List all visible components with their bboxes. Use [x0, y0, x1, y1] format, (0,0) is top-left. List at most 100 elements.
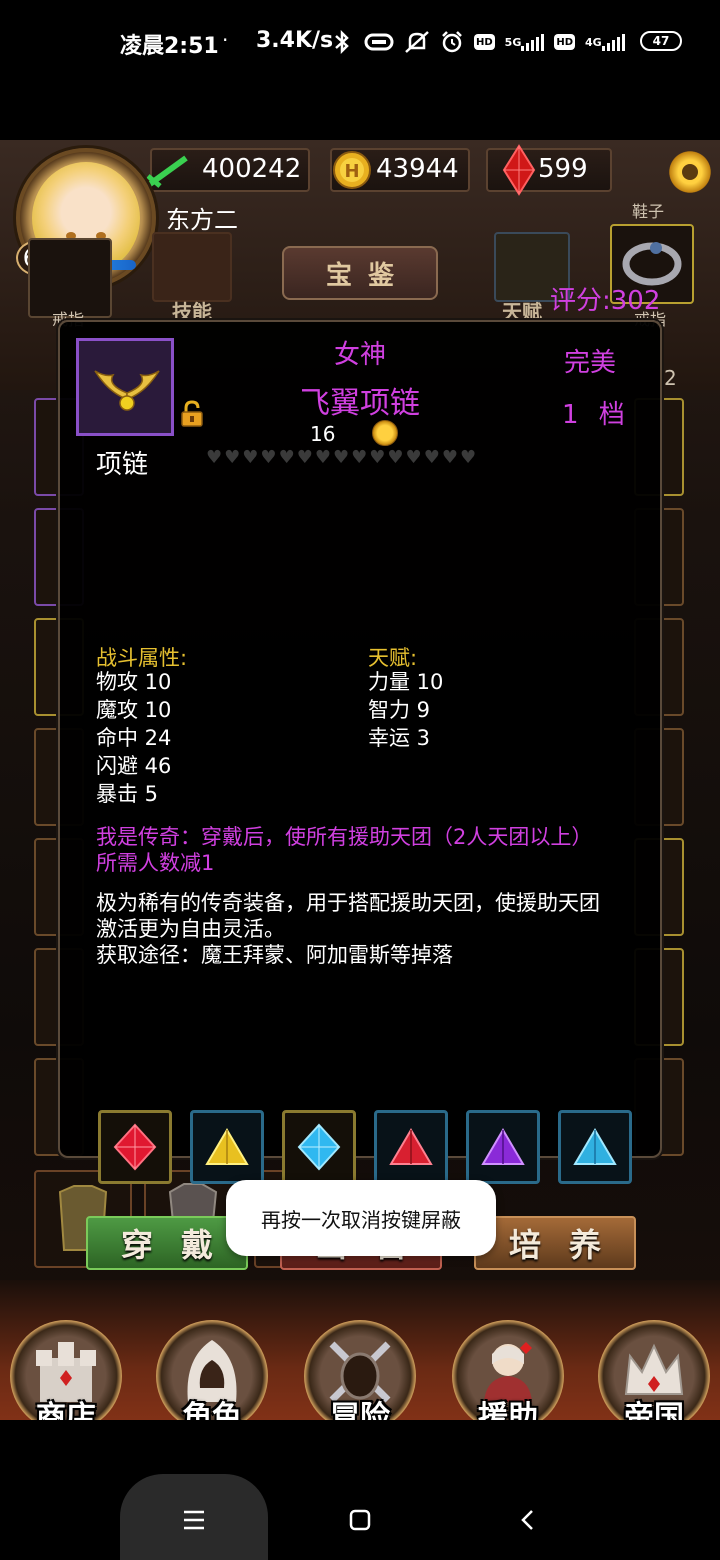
settings-gear-icon[interactable] [666, 148, 714, 196]
heart-icon: ♥ [387, 447, 404, 468]
gold-value: 43944 [376, 154, 459, 184]
combat-stat: 命中 24 [96, 726, 172, 750]
menu-icon[interactable] [174, 1500, 214, 1540]
side-count: 2 [664, 366, 677, 390]
heart-rating: ♥ ♥ ♥ ♥ ♥ ♥ ♥ ♥ ♥ ♥ ♥ ♥ ♥ ♥ ♥ [206, 448, 476, 468]
legendary-effect: 我是传奇：穿戴后，使所有援助天团（2人天团以上） 所需人数减1 [96, 824, 636, 876]
back-icon[interactable] [508, 1500, 548, 1540]
home-icon[interactable] [340, 1500, 380, 1540]
nav-character[interactable]: 角色 [156, 1320, 268, 1420]
yellow-triangle-gem-icon [205, 1128, 249, 1165]
hd-icon: HD [474, 34, 495, 50]
legendary-effect-line: 所需人数减1 [96, 851, 215, 875]
wear-button[interactable]: 穿戴 [86, 1216, 248, 1270]
purple-triangle-gem-icon [481, 1128, 525, 1165]
bluetooth-icon [330, 29, 354, 55]
4g-label: 4G [585, 35, 602, 49]
red-diamond-gem-icon [113, 1123, 157, 1171]
gem-slot[interactable] [190, 1110, 264, 1184]
mute-icon [404, 29, 430, 55]
lock-icon[interactable] [180, 400, 204, 428]
clock: 凌晨2:51 [120, 34, 219, 59]
gem-slots [98, 1110, 632, 1184]
heart-icon: ♥ [441, 447, 458, 468]
item-tier: 1 档 [562, 400, 631, 430]
gem-value: 599 [538, 154, 588, 184]
heart-icon: ♥ [206, 447, 223, 468]
system-nav-bar [0, 1420, 720, 1560]
nav-support[interactable]: 援助 [452, 1320, 564, 1420]
gem-slot[interactable] [282, 1110, 356, 1184]
gold-coin-icon: H [333, 151, 371, 189]
item-type: 项链 [96, 450, 149, 480]
combat-stat: 魔攻 10 [96, 698, 172, 722]
gem-bar: 599 [486, 144, 612, 196]
combat-stat: 物攻 10 [96, 670, 172, 694]
5g-signal-icon: 5G [505, 29, 545, 55]
nav-character-label: 角色 [182, 1400, 242, 1420]
winged-necklace-icon [94, 370, 160, 411]
heart-icon: ♥ [242, 447, 259, 468]
nav-empire[interactable]: 帝国 [598, 1320, 710, 1420]
item-price: 16 [310, 422, 336, 446]
item-prefix: 女神 [333, 340, 386, 370]
nav-empire-label: 帝国 [624, 1400, 684, 1420]
heart-icon: ♥ [278, 447, 295, 468]
hd-icon: HD [554, 34, 576, 50]
item-name: 飞翼项链 [300, 386, 420, 421]
item-quality: 完美 [564, 348, 617, 378]
cyan-triangle-gem-icon [573, 1128, 617, 1165]
gem-slot[interactable] [466, 1110, 540, 1184]
nav-shop[interactable]: 商店 [10, 1320, 122, 1420]
heart-icon: ♥ [332, 447, 350, 468]
blue-diamond-gem-icon [297, 1123, 341, 1171]
talent-stat: 智力 9 [368, 698, 431, 722]
sword-icon [146, 155, 188, 188]
power-value: 400242 [202, 154, 302, 184]
network-speed: 3.4K/s [256, 28, 334, 53]
4g-signal-icon: 4G [585, 29, 625, 55]
heart-icon: ♥ [405, 447, 422, 468]
combat-stat: 暴击 5 [96, 782, 159, 806]
talent-stat: 力量 10 [368, 670, 444, 694]
vr-icon [364, 29, 394, 55]
gold-bar: H 43944 [330, 148, 470, 192]
red-triangle-gem-icon [389, 1128, 433, 1165]
heart-icon: ♥ [314, 447, 331, 468]
gem-slot[interactable] [98, 1110, 172, 1184]
talent-stat: 幸运 3 [368, 726, 431, 750]
heart-icon: ♥ [459, 447, 477, 468]
power-bar: 400242 [146, 148, 310, 192]
game-bottom-nav: 商店 角色 冒险 援助 帝国 [0, 1280, 720, 1420]
item-detail-panel: 女神 飞翼项链 16 完美 1 档 项链 ♥ ♥ ♥ ♥ ♥ ♥ ♥ ♥ ♥ ♥ ♥ ♥ ♥ ♥ ♥ 战斗属… [58, 320, 662, 1270]
nav-shop-label: 商店 [36, 1400, 96, 1420]
heart-icon: ♥ [296, 447, 313, 468]
description-line: 获取途径：魔王拜蒙、阿加雷斯等掉落 [96, 943, 453, 967]
treasure-guide-button[interactable]: 宝鉴 [282, 246, 438, 300]
heart-icon: ♥ [423, 447, 440, 468]
item-icon-frame [76, 338, 174, 436]
heart-icon: ♥ [260, 447, 277, 468]
score-value: 评分:302 [550, 286, 661, 316]
red-crystal-icon [502, 144, 536, 196]
skill-book-icon[interactable] [152, 232, 232, 302]
nav-support-label: 援助 [478, 1400, 538, 1420]
gem-slot[interactable] [558, 1110, 632, 1184]
battery-indicator: 47 [640, 31, 682, 51]
description-line: 激活更为自由灵活。 [96, 917, 285, 941]
shoes-slot-label: 鞋子 [632, 202, 665, 221]
gem-slot[interactable] [374, 1110, 448, 1184]
combat-stat: 闪避 46 [96, 754, 172, 778]
status-icons: HD 5G HD 4G [330, 26, 625, 58]
player-name: 东方二 [166, 206, 238, 234]
5g-label: 5G [504, 35, 522, 49]
train-button[interactable]: 培养 [474, 1216, 636, 1270]
heart-icon: ♥ [351, 447, 368, 468]
nav-adventure[interactable]: 冒险 [304, 1320, 416, 1420]
legendary-effect-line: 我是传奇：穿戴后，使所有援助天团（2人天团以上） [96, 825, 593, 849]
heart-icon: ♥ [369, 447, 386, 468]
description-line: 极为稀有的传奇装备，用于搭配援助天团，使援助天团 [96, 891, 600, 915]
status-separator: · [222, 28, 229, 52]
nav-adventure-label: 冒险 [330, 1400, 390, 1420]
toast-message: 再按一次取消按键屏蔽 [226, 1180, 496, 1256]
